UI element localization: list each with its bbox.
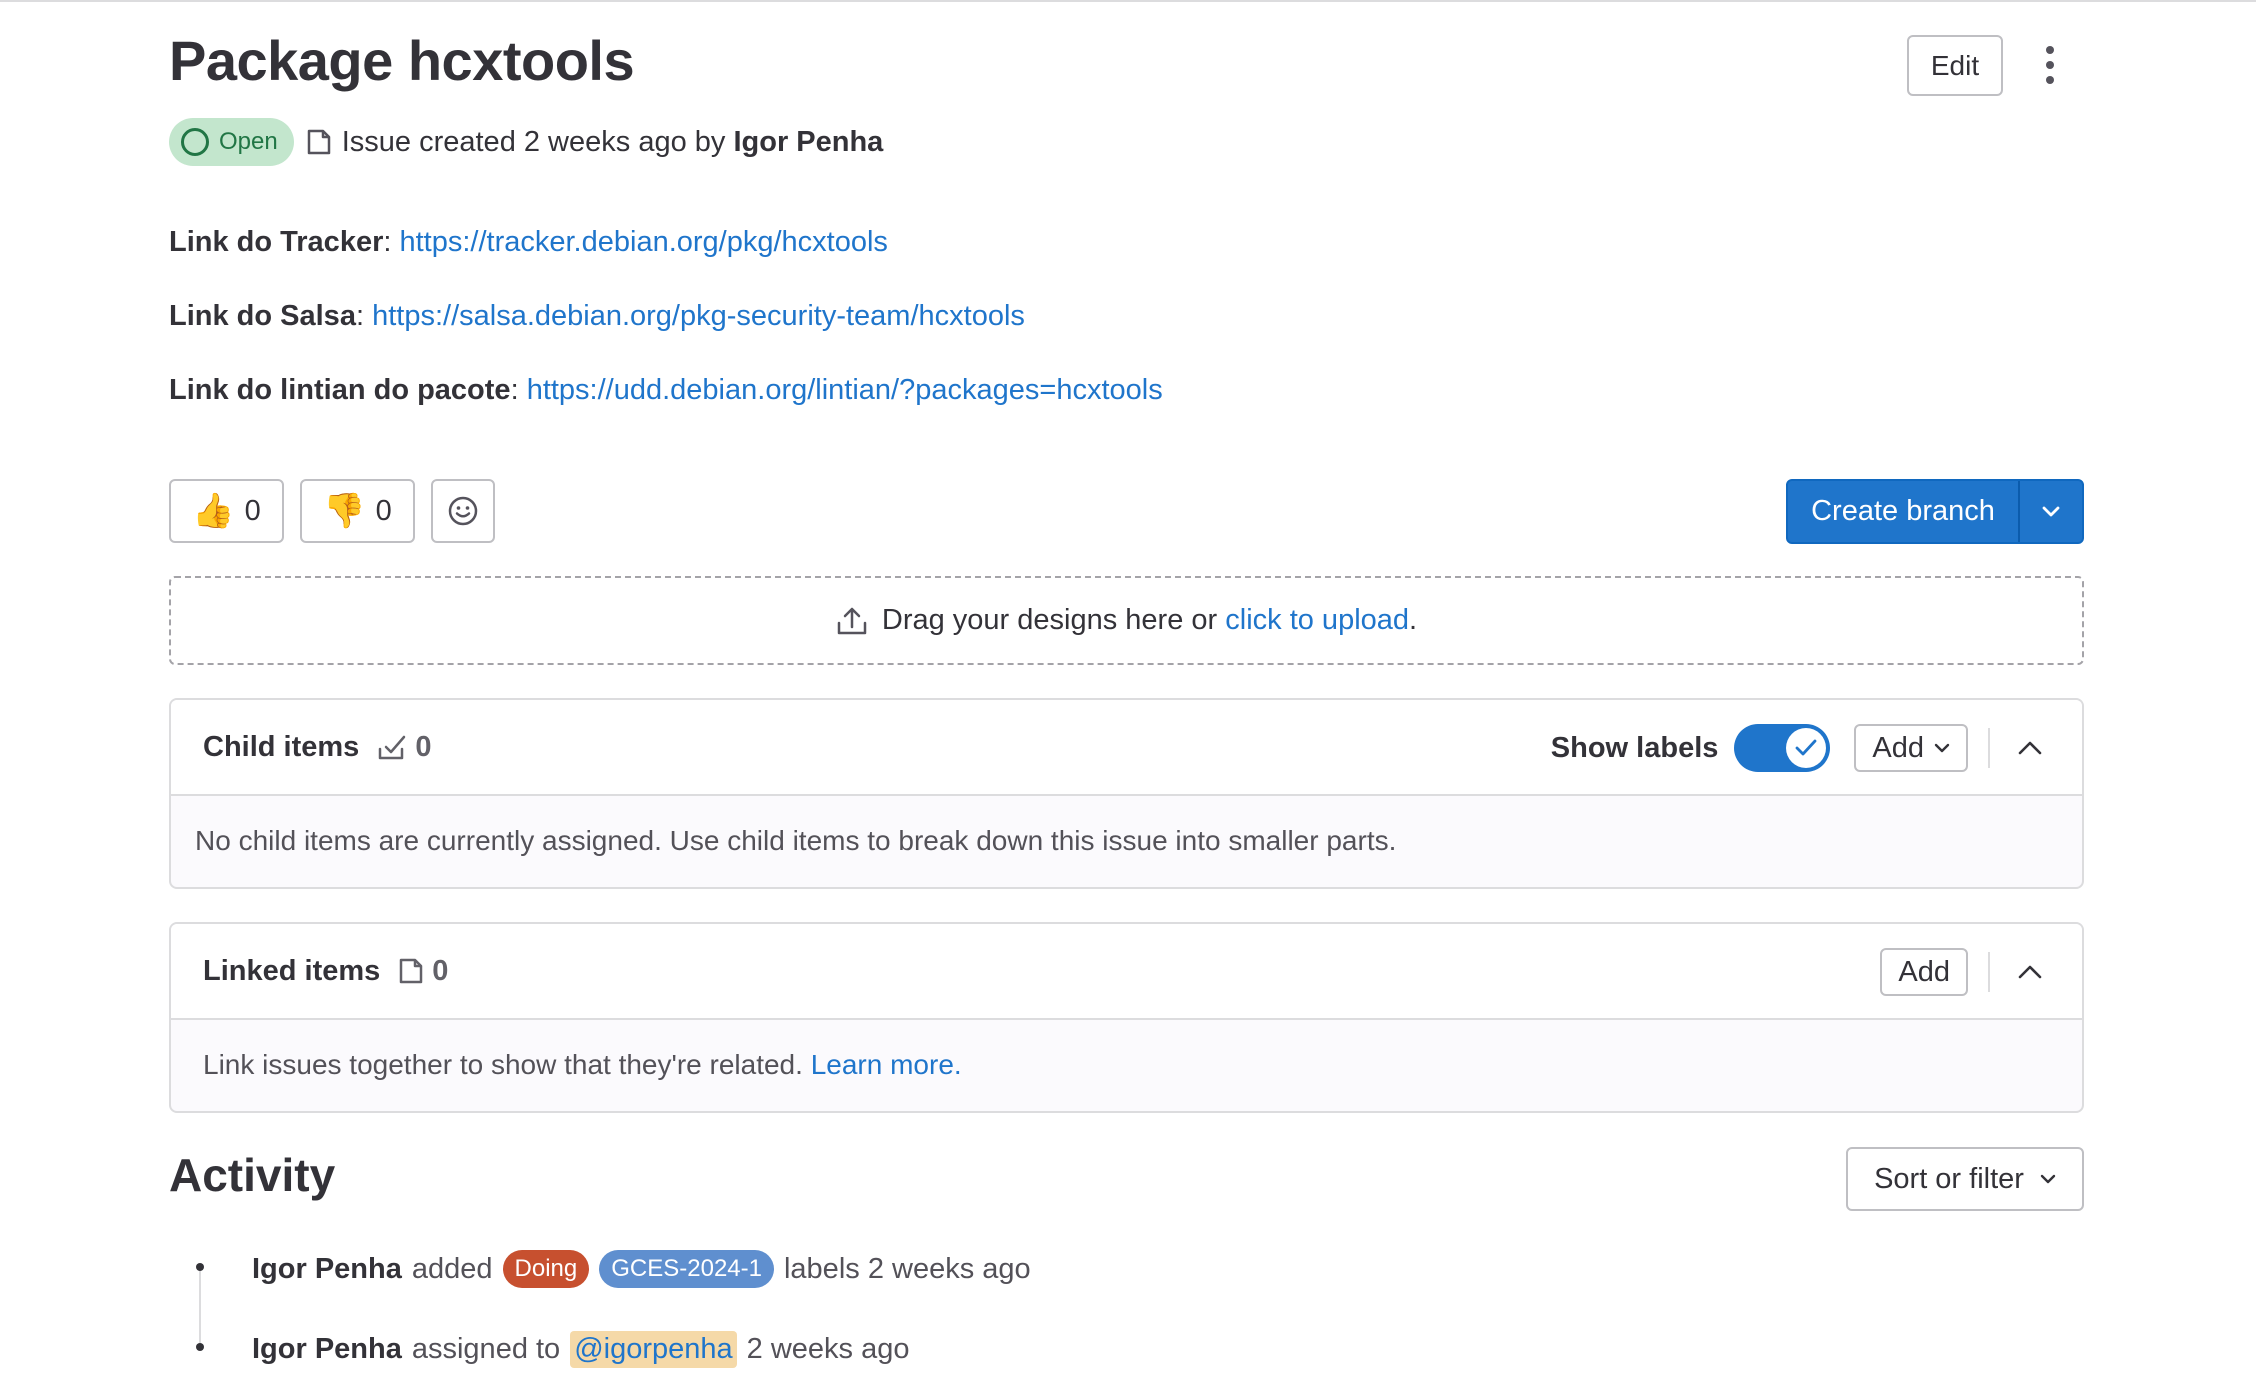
sort-or-filter-label: Sort or filter — [1874, 1162, 2024, 1195]
child-items-collapse-button[interactable] — [2010, 728, 2050, 768]
linked-items-collapse-button[interactable] — [2010, 952, 2050, 992]
toggle-knob — [1786, 728, 1827, 768]
status-label: Open — [219, 128, 278, 155]
activity-event: Igor Penha added Doing GCES-2024-1 label… — [252, 1247, 1031, 1291]
show-labels-label: Show labels — [1550, 731, 1719, 764]
upload-icon — [837, 607, 867, 634]
child-items-header: Child items 0 Show labels Add — [171, 700, 2082, 796]
description-line-tracker: Link do Tracker: https://tracker.debian.… — [169, 226, 888, 258]
child-items-title: Child items — [203, 730, 360, 763]
linked-items-actions: Add — [1880, 924, 2050, 1020]
event-action: assigned to — [411, 1332, 561, 1365]
learn-more-link[interactable]: Learn more. — [811, 1049, 962, 1081]
status-badge: Open — [169, 118, 294, 166]
timeline-dot — [196, 1343, 204, 1351]
divider — [1988, 952, 1990, 992]
tracker-link[interactable]: https://tracker.debian.org/pkg/hcxtools — [399, 226, 887, 258]
chevron-down-icon — [2040, 1174, 2056, 1184]
child-items-count: 0 — [377, 731, 431, 764]
lintian-label: Link do lintian do pacote — [169, 374, 511, 406]
add-reaction-button[interactable] — [431, 479, 495, 543]
top-border — [0, 0, 2256, 2]
user-mention[interactable]: @igorpenha — [570, 1330, 737, 1368]
chevron-down-icon — [1934, 743, 1950, 753]
event-author[interactable]: Igor Penha — [252, 1253, 402, 1286]
linked-items-header: Linked items 0 Add — [171, 924, 2082, 1020]
check-icon — [1795, 739, 1817, 756]
open-status-icon — [181, 128, 209, 156]
tracker-label: Link do Tracker — [169, 226, 384, 258]
lintian-link[interactable]: https://udd.debian.org/lintian/?packages… — [527, 374, 1163, 406]
activity-event: Igor Penha assigned to @igorpenha 2 week… — [252, 1327, 909, 1371]
child-items-add-label: Add — [1872, 731, 1924, 764]
description-line-lintian: Link do lintian do pacote: https://udd.d… — [169, 374, 1163, 406]
task-done-icon — [379, 735, 406, 760]
linked-items-card: Linked items 0 Add Link issues together … — [169, 922, 2084, 1113]
chevron-up-icon — [2018, 965, 2042, 979]
event-suffix: 2 weeks ago — [746, 1332, 910, 1365]
thumbs-up-icon: 👍 — [192, 492, 235, 530]
divider — [1988, 728, 1990, 768]
created-text: Issue created 2 weeks ago by — [341, 125, 726, 158]
linked-items-empty-text: Link issues together to show that they'r… — [203, 1049, 803, 1080]
linked-items-count: 0 — [398, 955, 448, 988]
smiley-icon — [448, 496, 478, 526]
sort-or-filter-button[interactable]: Sort or filter — [1846, 1147, 2084, 1211]
thumbs-down-count: 0 — [375, 494, 392, 527]
child-items-count-value: 0 — [415, 730, 432, 763]
linked-items-count-value: 0 — [432, 954, 449, 987]
edit-button[interactable]: Edit — [1907, 35, 2003, 96]
dropzone-text: Drag your designs here or — [881, 604, 1218, 636]
more-actions-icon[interactable] — [2033, 40, 2067, 90]
linked-items-add-button[interactable]: Add — [1880, 948, 1968, 996]
timeline-dot — [196, 1263, 204, 1271]
chevron-down-icon — [2042, 506, 2060, 516]
issue-meta: Open Issue created 2 weeks ago by Igor P… — [169, 118, 883, 166]
linked-items-title: Linked items — [203, 954, 381, 987]
description-line-salsa: Link do Salsa: https://salsa.debian.org/… — [169, 300, 1025, 332]
create-branch-label[interactable]: Create branch — [1788, 481, 2018, 542]
event-action: added — [411, 1252, 493, 1285]
activity-title: Activity — [169, 1149, 336, 1201]
salsa-link[interactable]: https://salsa.debian.org/pkg-security-te… — [372, 300, 1025, 332]
thumbs-down-button[interactable]: 👎 0 — [300, 479, 415, 543]
event-author[interactable]: Igor Penha — [252, 1333, 402, 1366]
child-items-card: Child items 0 Show labels Add No child i… — [169, 698, 2084, 889]
chevron-up-icon — [2018, 741, 2042, 755]
create-branch-dropdown[interactable] — [2018, 481, 2082, 542]
thumbs-down-icon: 👎 — [323, 492, 366, 530]
dropzone-suffix: . — [1409, 604, 1418, 636]
issue-type-icon — [307, 129, 330, 155]
child-items-actions: Show labels Add — [1551, 700, 2050, 796]
thumbs-up-count: 0 — [244, 494, 261, 527]
timeline-line — [199, 1268, 201, 1346]
create-branch-button[interactable]: Create branch — [1786, 479, 2084, 544]
show-labels-toggle[interactable] — [1734, 724, 1831, 772]
page-title: Package hcxtools — [169, 29, 635, 92]
author-link[interactable]: Igor Penha — [733, 126, 883, 159]
child-items-add-button[interactable]: Add — [1854, 724, 1968, 772]
linked-items-empty: Link issues together to show that they'r… — [171, 1020, 2082, 1110]
label-gces-2024-1[interactable]: GCES-2024-1 — [599, 1250, 774, 1288]
upload-link[interactable]: click to upload — [1225, 604, 1409, 636]
issue-type-icon — [400, 958, 423, 984]
event-suffix: labels 2 weeks ago — [783, 1252, 1031, 1285]
label-doing[interactable]: Doing — [502, 1250, 590, 1288]
thumbs-up-button[interactable]: 👍 0 — [169, 479, 284, 543]
child-items-empty-text: No child items are currently assigned. U… — [195, 825, 1397, 856]
design-dropzone[interactable]: Drag your designs here or click to uploa… — [169, 576, 2084, 665]
salsa-label: Link do Salsa — [169, 300, 356, 332]
